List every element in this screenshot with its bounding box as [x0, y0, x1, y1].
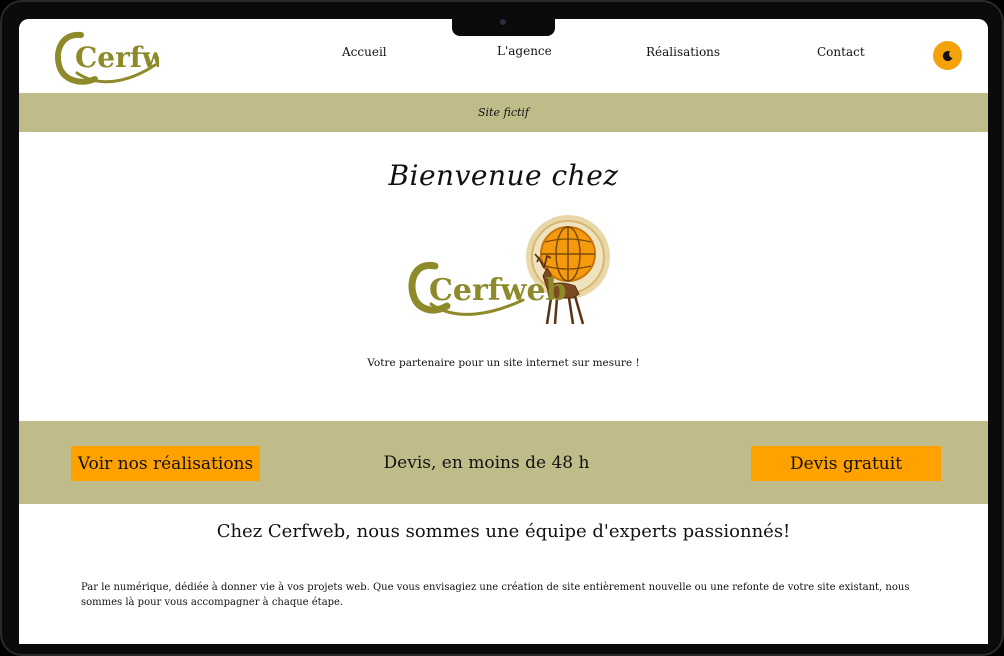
nav-contact[interactable]: Contact — [817, 45, 865, 59]
demo-site-banner: Site fictif — [19, 93, 988, 132]
browser-viewport: Cerfweb Accueil L'agence Réalisations Co… — [19, 19, 988, 644]
welcome-heading: Bienvenue chez — [388, 159, 619, 192]
nav-accueil[interactable]: Accueil — [342, 45, 387, 59]
hero-logo: Cerfweb — [408, 215, 610, 325]
cerfweb-logo[interactable]: Cerfweb — [51, 27, 159, 89]
quote-delay-text: Devis, en moins de 48 h — [383, 453, 590, 473]
logo-text: Cerfweb — [75, 41, 159, 74]
about-text: Par le numérique, dédiée à donner vie à … — [81, 582, 910, 608]
moon-icon — [942, 50, 952, 61]
view-portfolio-button[interactable]: Voir nos réalisations — [71, 446, 260, 481]
tagline: Votre partenaire pour un site internet s… — [367, 357, 640, 369]
hero-logo-text: Cerfweb — [429, 273, 567, 308]
webcam-icon — [500, 19, 506, 25]
nav-agence[interactable]: L'agence — [497, 44, 552, 58]
theme-toggle-button[interactable] — [933, 41, 962, 70]
laptop-frame: Cerfweb Accueil L'agence Réalisations Co… — [0, 0, 1004, 656]
about-title: Chez Cerfweb, nous sommes une équipe d'e… — [216, 521, 791, 542]
free-quote-button[interactable]: Devis gratuit — [751, 446, 941, 481]
camera-notch — [452, 16, 555, 36]
banner-text: Site fictif — [478, 106, 529, 119]
cta-band: Voir nos réalisations Devis, en moins de… — [19, 421, 988, 504]
nav-realisations[interactable]: Réalisations — [646, 45, 720, 59]
